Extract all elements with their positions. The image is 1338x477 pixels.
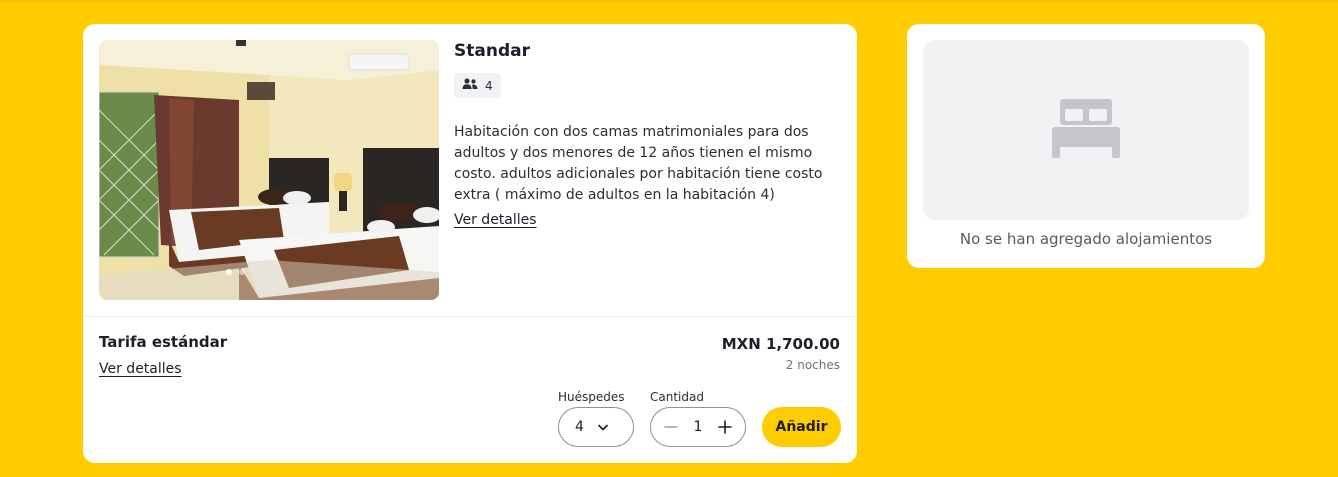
guests-select[interactable]: 4 xyxy=(558,407,634,447)
guests-select-value: 4 xyxy=(575,419,584,435)
users-icon xyxy=(462,78,478,93)
rate-name: Tarifa estándar xyxy=(99,333,228,351)
cart-empty-message: No se han agregado alojamientos xyxy=(959,230,1213,248)
plus-icon[interactable] xyxy=(717,419,733,435)
section-divider xyxy=(83,316,857,317)
rate-nights: 2 noches xyxy=(785,358,840,372)
cart-placeholder xyxy=(923,40,1249,220)
bed-icon xyxy=(1050,97,1122,163)
top-border xyxy=(0,0,1338,3)
add-button[interactable]: Añadir xyxy=(762,407,841,447)
guests-label: Huéspedes xyxy=(558,390,625,404)
capacity-badge: 4 xyxy=(454,73,501,98)
minus-icon[interactable] xyxy=(663,419,679,435)
room-description: Habitación con dos camas matrimoniales p… xyxy=(454,124,823,203)
room-card: Standar 4 Habitación con dos camas matri… xyxy=(83,24,857,463)
room-info: Standar 4 Habitación con dos camas matri… xyxy=(454,40,842,228)
quantity-stepper: 1 xyxy=(650,407,746,447)
chevron-down-icon xyxy=(598,419,608,435)
room-details-link[interactable]: Ver detalles xyxy=(454,212,537,228)
capacity-count: 4 xyxy=(485,78,493,93)
room-photo-image xyxy=(99,40,439,300)
rate-details-link[interactable]: Ver detalles xyxy=(99,361,182,377)
room-title: Standar xyxy=(454,41,530,61)
quantity-label: Cantidad xyxy=(650,390,704,404)
cart-card: No se han agregado alojamientos xyxy=(907,24,1265,268)
room-photo[interactable] xyxy=(99,40,439,300)
rate-price: MXN 1,700.00 xyxy=(721,335,840,353)
quantity-value: 1 xyxy=(693,419,703,435)
